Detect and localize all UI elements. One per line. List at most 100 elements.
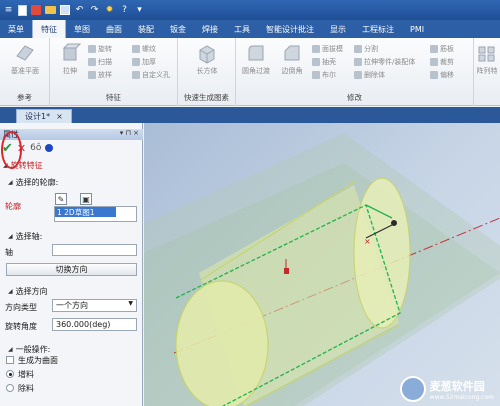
revolve-button[interactable]: 旋转 — [88, 43, 112, 54]
tab-features[interactable]: 特征 — [32, 20, 66, 38]
thread-button[interactable]: 螺纹 — [132, 43, 156, 54]
tab-pmi[interactable]: PMI — [402, 20, 432, 38]
tab-assembly[interactable]: 装配 — [130, 20, 162, 38]
trim-button[interactable]: 裁剪 — [430, 56, 454, 67]
tab-dimension[interactable]: 工程标注 — [354, 20, 402, 38]
property-panel: 属性 ▾ ⊓ × ✔ ✕ 6ô ◢ 旋转特征 ◢ 选择的轮廓: 轮廓 ✎ ▣ 1 2… — [0, 123, 143, 406]
delete-body-button[interactable]: 删除体 — [354, 69, 385, 80]
help-icon[interactable]: ? — [119, 5, 130, 16]
extrude-part-button[interactable]: 拉伸零件/装配体 — [354, 56, 415, 67]
settings-icon[interactable]: ✹ — [104, 5, 115, 16]
app-menu-icon[interactable]: ≡ — [3, 5, 14, 16]
ribbon: 基准平面 参考 拉伸 旋转 扫描 放样 螺纹 加厚 自定义孔 特征 长方体 快速… — [0, 38, 500, 106]
fillet-button[interactable]: 圆角过渡 — [238, 42, 274, 76]
dropdown-icon[interactable]: ▾ — [134, 5, 145, 16]
delete-body-icon — [354, 70, 362, 79]
panel-title-bar: 属性 ▾ ⊓ × — [0, 129, 143, 140]
chamfer-button[interactable]: 边倒角 — [274, 42, 310, 76]
boolean-icon — [312, 70, 320, 79]
datum-plane-icon — [16, 45, 34, 61]
custom-hole-button[interactable]: 自定义孔 — [132, 69, 170, 80]
extrude-label: 拉伸 — [63, 67, 77, 75]
chamfer-icon — [284, 45, 300, 61]
pattern-label: 阵列特 — [476, 67, 498, 75]
tab-display[interactable]: 显示 — [322, 20, 354, 38]
box-button[interactable]: 长方体 — [189, 42, 225, 76]
offset-button[interactable]: 偏移 — [430, 69, 454, 80]
section-axis[interactable]: ◢ 选择轴: — [8, 231, 42, 242]
close-icon[interactable]: × — [56, 112, 63, 121]
tab-tools[interactable]: 工具 — [226, 20, 258, 38]
sketch-pick-icon[interactable]: ✎ — [55, 193, 67, 205]
custom-hole-icon — [132, 70, 140, 79]
datum-plane-button[interactable]: 基准平面 — [7, 42, 43, 76]
thicken-button[interactable]: 加厚 — [132, 56, 156, 67]
tab-surface[interactable]: 曲面 — [98, 20, 130, 38]
preview-icon[interactable]: 6ô — [30, 143, 41, 153]
loft-button[interactable]: 放样 — [88, 69, 112, 80]
direction-type-select[interactable]: 一个方向 ▼ — [52, 299, 137, 312]
3d-viewport[interactable]: × 麦葱软件园 www.52maicong.com — [144, 123, 500, 406]
section-direction[interactable]: ◢ 选择方向 — [8, 286, 48, 297]
draft-face-label: 面拔模 — [322, 44, 343, 53]
rib-button[interactable]: 筋板 — [430, 43, 454, 54]
chevron-down-icon: ▼ — [128, 300, 133, 307]
profile-list-item[interactable]: 1 2D草图1 — [55, 207, 116, 217]
new-file-icon[interactable] — [18, 4, 27, 16]
menu-item-main[interactable]: 菜单 — [0, 20, 32, 38]
loft-label: 放样 — [98, 70, 112, 79]
extrude-icon — [62, 43, 81, 61]
switch-direction-button[interactable]: 切换方向 — [6, 263, 137, 276]
open-file-icon[interactable] — [31, 5, 41, 15]
group-title-reference: 参考 — [17, 93, 32, 102]
sweep-button[interactable]: 扫描 — [88, 56, 112, 67]
thicken-icon — [132, 57, 140, 66]
document-tab[interactable]: 设计1* × — [16, 109, 72, 123]
offset-label: 偏移 — [440, 70, 454, 79]
shell-button[interactable]: 抽壳 — [312, 56, 336, 67]
boolean-button[interactable]: 布尔 — [312, 69, 336, 80]
quick-access-toolbar: ≡ ↶ ↷ ✹ ? ▾ — [0, 0, 500, 20]
offset-icon — [430, 70, 438, 79]
shell-icon — [312, 57, 320, 66]
tab-sheet-metal[interactable]: 钣金 — [162, 20, 194, 38]
viewport-canvas[interactable]: × — [144, 123, 500, 406]
pattern-button[interactable]: 阵列特 — [469, 42, 500, 76]
tab-sketch[interactable]: 草图 — [66, 20, 98, 38]
folder-icon[interactable] — [45, 6, 56, 14]
redo-icon[interactable]: ↷ — [89, 5, 100, 16]
boolean-label: 布尔 — [322, 70, 336, 79]
revolve-icon — [88, 44, 96, 53]
remove-material-label: 除料 — [18, 384, 34, 393]
panel-pin-icon[interactable]: ▾ ⊓ × — [120, 129, 139, 137]
fillet-icon — [248, 45, 264, 61]
section-profile[interactable]: ◢ 选择的轮廓: — [8, 177, 58, 188]
draft-face-button[interactable]: 面拔模 — [312, 43, 343, 54]
section-direction-text: 选择方向 — [15, 287, 48, 296]
surface-checkbox[interactable] — [6, 356, 14, 364]
tab-welding[interactable]: 焊接 — [194, 20, 226, 38]
extrude-button[interactable]: 拉伸 — [52, 42, 88, 76]
save-icon[interactable] — [60, 5, 70, 15]
profile-label: 轮廓 — [5, 202, 21, 211]
custom-hole-label: 自定义孔 — [142, 70, 170, 79]
section-general[interactable]: ◢ 一般操作: — [8, 344, 50, 355]
remove-material-radio[interactable] — [6, 384, 14, 392]
watermark: 麦葱软件园 www.52maicong.com — [399, 376, 494, 402]
sweep-label: 扫描 — [98, 57, 112, 66]
tab-smart-annotation[interactable]: 智能设计批注 — [258, 20, 322, 38]
split-button[interactable]: 分割 — [354, 43, 378, 54]
direction-type-value: 一个方向 — [56, 301, 88, 310]
undo-icon[interactable]: ↶ — [74, 5, 85, 16]
cylinder-back-face — [353, 177, 411, 329]
sketch-list-icon[interactable]: ▣ — [80, 193, 92, 205]
help-dot-icon[interactable] — [45, 144, 54, 152]
angle-field[interactable]: 360.000(deg) — [52, 318, 137, 331]
watermark-logo — [399, 376, 426, 402]
triad-handle[interactable] — [391, 220, 397, 226]
axis-field[interactable] — [52, 244, 137, 256]
add-material-radio[interactable] — [6, 370, 14, 378]
group-quick-primitives: 长方体 快速生成图素 — [178, 38, 236, 106]
direction-type-label: 方向类型 — [5, 303, 37, 312]
triad-x-mark: × — [364, 237, 371, 246]
